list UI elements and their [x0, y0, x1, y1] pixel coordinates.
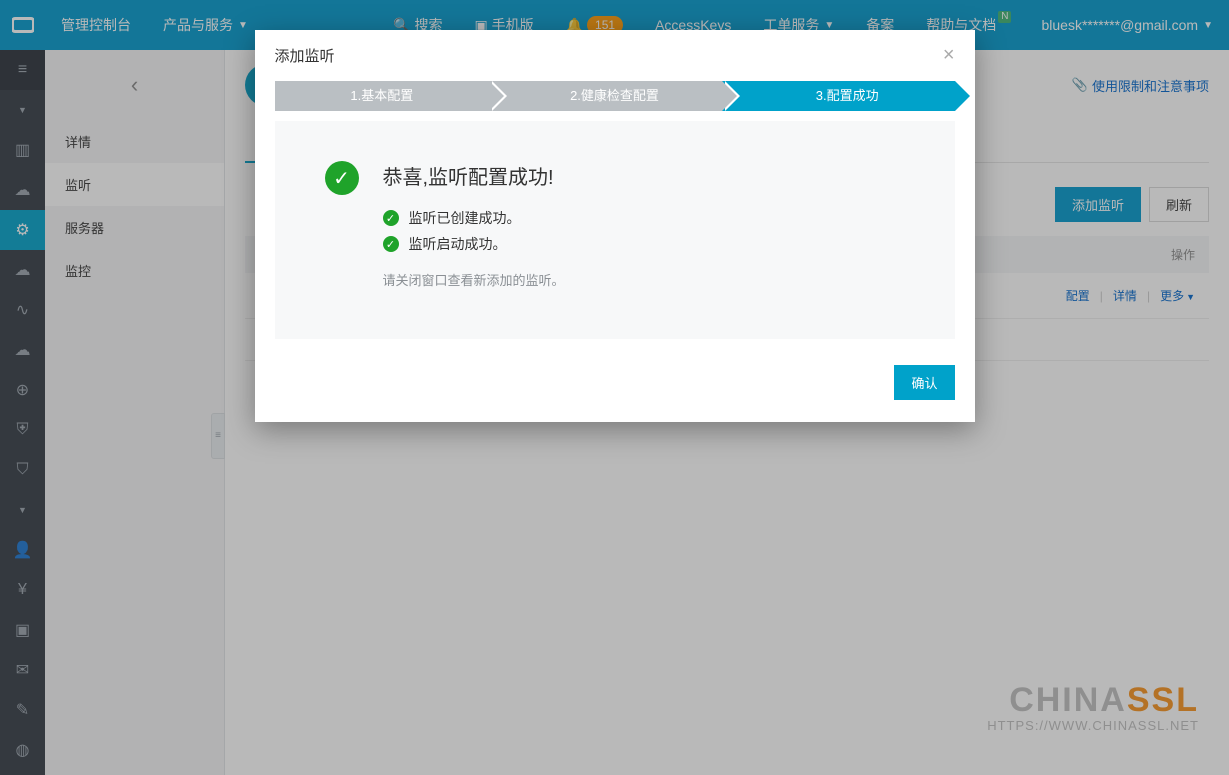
close-icon[interactable]: × [943, 44, 955, 67]
success-line-text: 监听启动成功。 [409, 234, 507, 254]
step-label: 3.配置成功 [816, 88, 879, 103]
modal-mask[interactable]: 添加监听 × 1.基本配置 2.健康检查配置 3.配置成功 ✓ 恭喜,监听配置成… [0, 0, 1229, 775]
check-icon: ✓ [383, 210, 399, 226]
step-label: 2.健康检查配置 [570, 88, 659, 103]
success-check-icon: ✓ [325, 161, 359, 195]
modal-body: ✓ 恭喜,监听配置成功! ✓ 监听已创建成功。 ✓ 监听启动成功。 请关闭窗口查看新… [275, 121, 955, 339]
success-title: 恭喜,监听配置成功! [383, 161, 565, 190]
success-line-text: 监听已创建成功。 [409, 208, 521, 228]
step-3: 3.配置成功 [722, 81, 955, 111]
confirm-button[interactable]: 确认 [894, 365, 954, 400]
modal-footer: 确认 [255, 349, 975, 422]
step-1: 1.基本配置 [275, 81, 490, 111]
step-label: 1.基本配置 [350, 88, 413, 103]
modal-header: 添加监听 × [255, 30, 975, 81]
success-line: ✓ 监听启动成功。 [383, 234, 565, 254]
success-line: ✓ 监听已创建成功。 [383, 208, 565, 228]
success-hint: 请关闭窗口查看新添加的监听。 [383, 270, 565, 289]
check-icon: ✓ [383, 236, 399, 252]
step-2: 2.健康检查配置 [489, 81, 722, 111]
confirm-label: 确认 [911, 376, 937, 391]
modal-title: 添加监听 [275, 45, 335, 66]
step-bar: 1.基本配置 2.健康检查配置 3.配置成功 [255, 81, 975, 121]
add-listener-modal: 添加监听 × 1.基本配置 2.健康检查配置 3.配置成功 ✓ 恭喜,监听配置成… [255, 30, 975, 422]
